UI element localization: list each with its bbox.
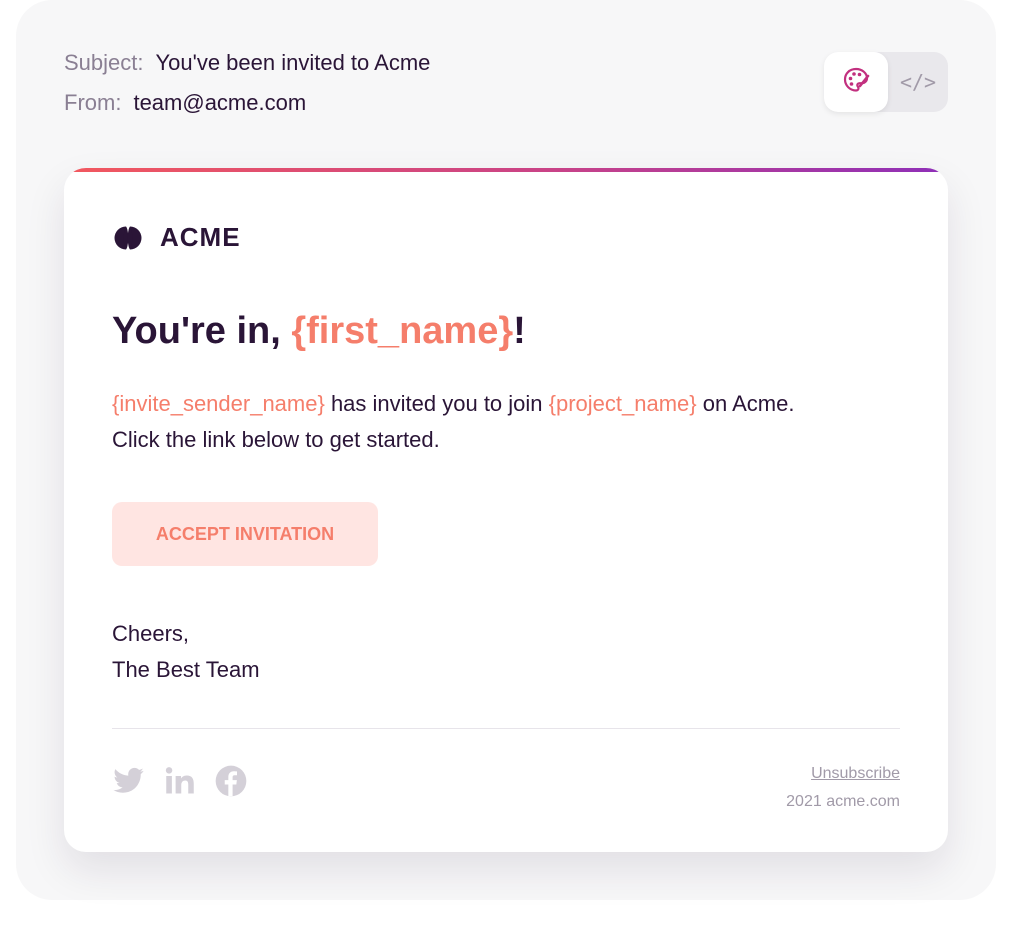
signoff-line-2: The Best Team <box>112 657 260 682</box>
copyright: 2021 acme.com <box>786 793 900 810</box>
body-line-2: Click the link below to get started. <box>112 427 440 452</box>
twitter-icon[interactable] <box>112 764 146 798</box>
body-text-2: on Acme. <box>696 391 795 416</box>
project-variable: {project_name} <box>548 391 697 416</box>
email-preview-panel: Subject: You've been invited to Acme From… <box>16 0 996 900</box>
design-view-button[interactable] <box>824 52 888 112</box>
logo-wordmark: ACME <box>160 222 241 252</box>
from-label: From: <box>64 90 122 115</box>
body-text-1: has invited you to join <box>324 391 549 416</box>
acme-logo: ACME <box>110 222 241 253</box>
email-card: ACME You're in, {first_name}! {invite_se… <box>64 168 948 852</box>
headline-text: You're in, <box>112 310 292 352</box>
email-body: {invite_sender_name} has invited you to … <box>112 386 892 458</box>
subject-row: Subject: You've been invited to Acme <box>64 50 430 76</box>
subject-value: You've been invited to Acme <box>155 50 431 75</box>
facebook-icon[interactable] <box>214 764 248 798</box>
from-row: From: team@acme.com <box>64 90 306 116</box>
linkedin-icon[interactable] <box>163 764 197 798</box>
view-toggle: </> <box>824 52 948 112</box>
accept-invitation-button[interactable]: ACCEPT INVITATION <box>112 502 378 566</box>
sender-variable: {invite_sender_name} <box>112 391 325 416</box>
footer-divider <box>112 728 900 729</box>
email-headline: You're in, {first_name}! <box>112 310 526 353</box>
signoff: Cheers, The Best Team <box>112 616 260 688</box>
social-links <box>112 764 265 798</box>
palette-icon <box>842 66 870 99</box>
subject-label: Subject: <box>64 50 144 75</box>
footer-links: Unsubscribe 2021 acme.com <box>786 760 900 816</box>
from-value: team@acme.com <box>133 90 307 115</box>
code-view-button[interactable]: </> <box>886 52 950 112</box>
signoff-line-1: Cheers, <box>112 621 190 646</box>
headline-exclaim: ! <box>513 310 526 352</box>
gradient-bar <box>64 168 948 172</box>
unsubscribe-link[interactable]: Unsubscribe <box>786 760 900 788</box>
acme-logo-mark <box>114 226 142 249</box>
headline-variable: {first_name} <box>291 310 514 352</box>
